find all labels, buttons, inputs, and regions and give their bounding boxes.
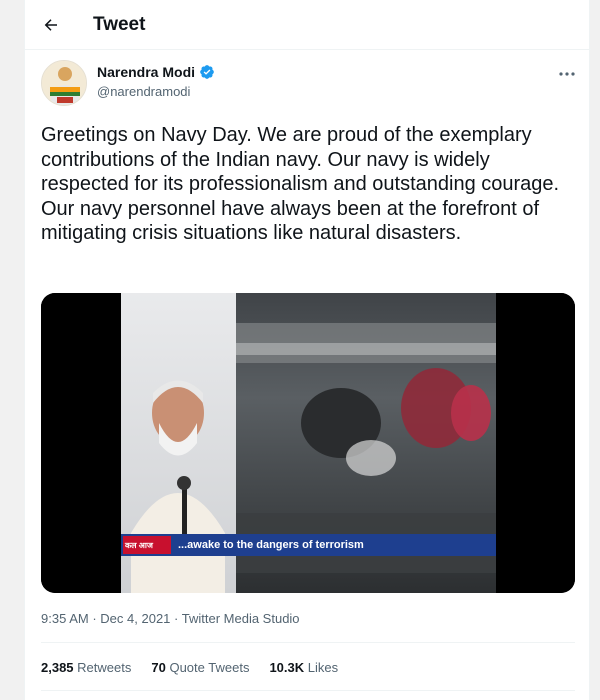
divider (41, 690, 575, 691)
retweets-count: 2,385 (41, 660, 74, 675)
likes-stat[interactable]: 10.3K Likes (269, 660, 338, 675)
page-title: Tweet (93, 14, 146, 35)
back-button[interactable] (35, 9, 67, 41)
author-name-row[interactable]: Narendra Modi (97, 64, 215, 80)
tweet-text: Greetings on Navy Day. We are proud of t… (41, 124, 560, 245)
more-dots-icon (559, 72, 575, 76)
video-caption: ...awake to the dangers of terrorism (178, 539, 364, 551)
separator-dot: · (174, 611, 179, 626)
likes-label: Likes (307, 660, 339, 675)
separator-dot: · (92, 611, 97, 626)
quote-tweets-count: 70 (151, 660, 166, 675)
likes-count: 10.3K (269, 660, 305, 675)
divider (41, 642, 575, 643)
page-header: Tweet (25, 0, 591, 50)
tweet-date[interactable]: Dec 4, 2021 (100, 611, 170, 626)
more-options-button[interactable] (555, 64, 579, 84)
page-background-right (590, 0, 600, 700)
arrow-left-icon (44, 19, 57, 31)
quote-tweets-stat[interactable]: 70 Quote Tweets (151, 660, 249, 675)
author-name[interactable]: Narendra Modi (97, 64, 195, 80)
tweet-panel: Tweet Narendra Modi @narendramodi Greeti… (24, 0, 591, 700)
tweet-video[interactable]: कल आज ...awake to the dangers of terrori… (41, 293, 575, 593)
tweet-timestamp: 9:35 AM · Dec 4, 2021 · Twitter Media St… (41, 611, 300, 626)
quote-tweets-label: Quote Tweets (169, 660, 250, 675)
avatar[interactable] (41, 60, 87, 106)
retweets-stat[interactable]: 2,385 Retweets (41, 660, 131, 675)
verified-badge-icon (200, 65, 214, 79)
tweet-source[interactable]: Twitter Media Studio (182, 611, 300, 626)
page-background-left (0, 0, 24, 700)
profile-avatar-image (42, 61, 86, 105)
tweet-time[interactable]: 9:35 AM (41, 611, 89, 626)
engagement-stats: 2,385 Retweets 70 Quote Tweets 10.3K Lik… (41, 660, 338, 675)
ticker-tag: कल आज (125, 541, 153, 550)
retweets-label: Retweets (77, 660, 132, 675)
author-handle[interactable]: @narendramodi (97, 84, 190, 99)
